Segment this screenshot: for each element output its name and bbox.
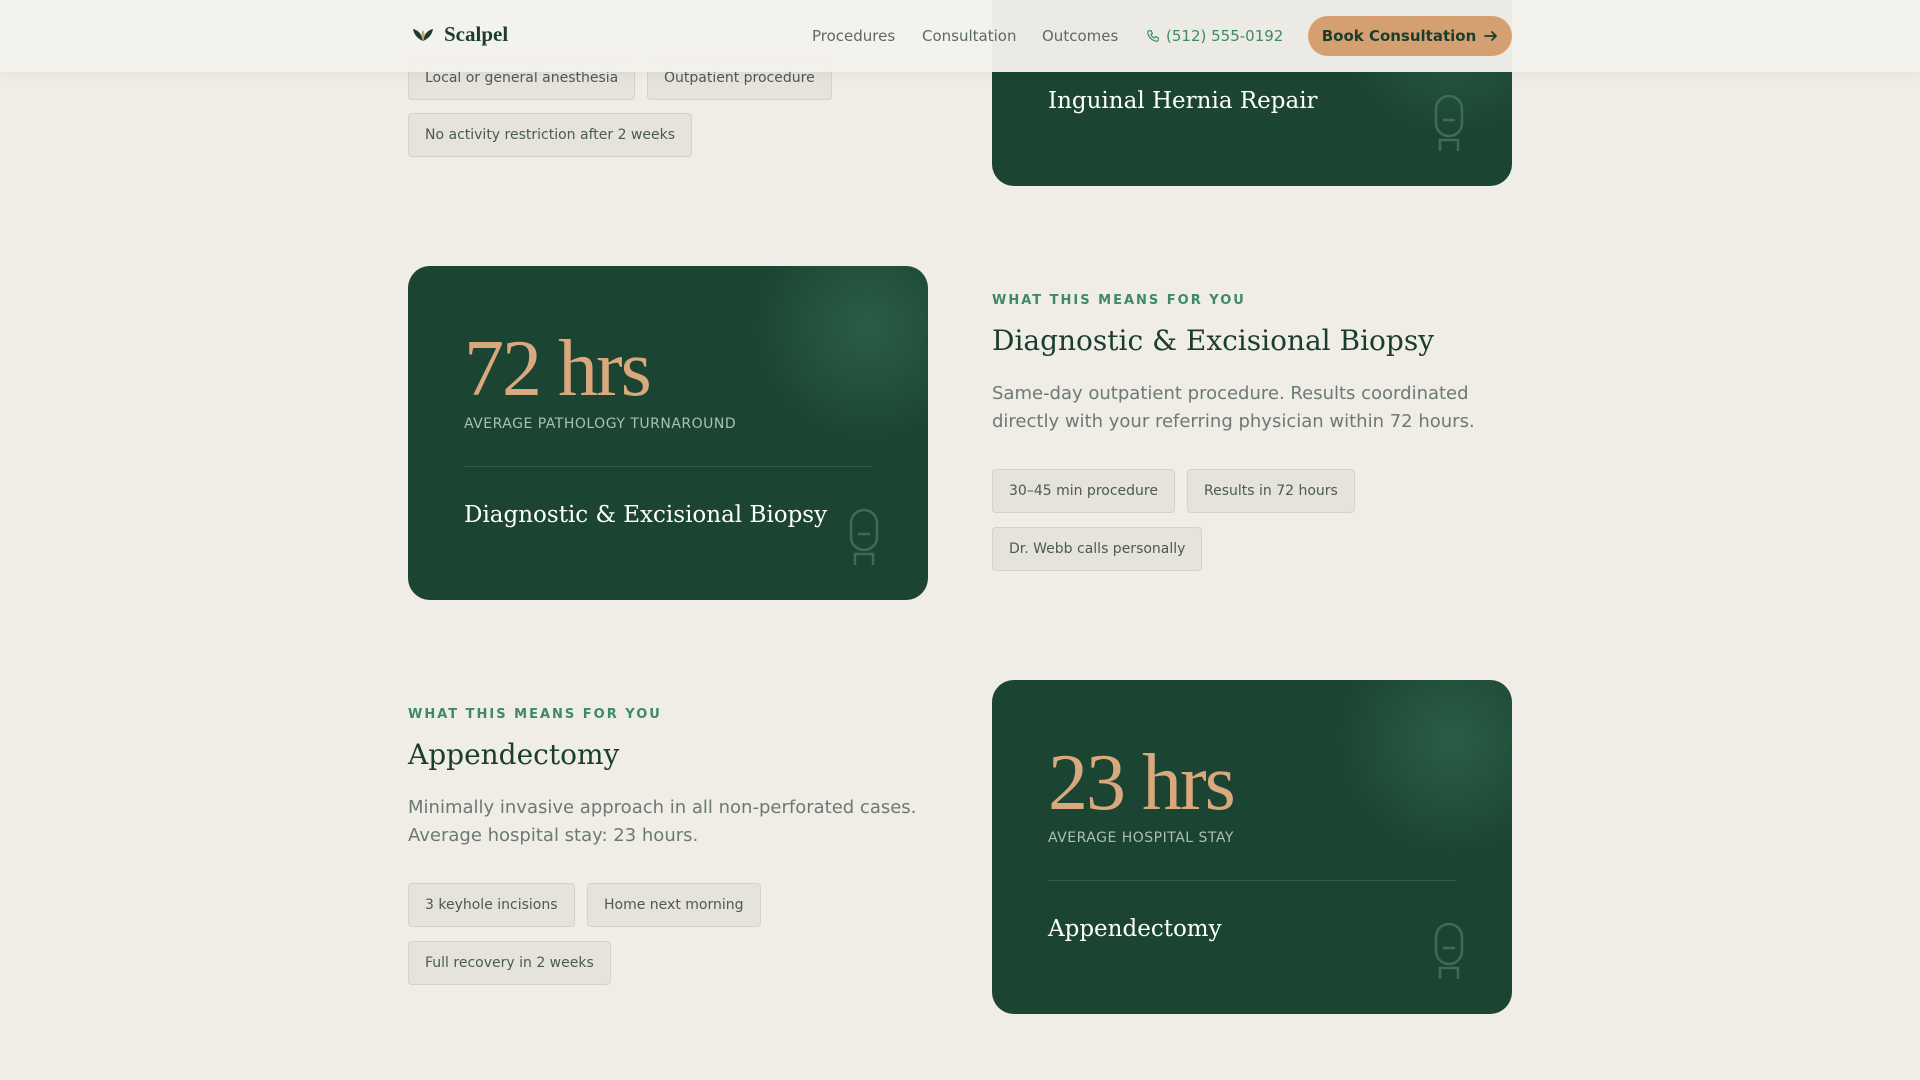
brand-name: Scalpel: [444, 22, 509, 46]
tag-doctor-call: Dr. Webb calls personally: [992, 527, 1203, 571]
tag-incisions: 3 keyhole incisions: [408, 883, 575, 927]
appendectomy-description: Minimally invasive approach in all non-p…: [408, 797, 917, 846]
scalpel-handle-icon: [1434, 94, 1464, 151]
appendectomy-card-title: Appendectomy: [1048, 916, 1222, 942]
tag-results: Results in 72 hours: [1187, 469, 1355, 513]
biopsy-card: 72 hrs AVERAGE PATHOLOGY TURNAROUND Diag…: [408, 266, 928, 600]
biopsy-card-title: Diagnostic & Excisional Biopsy: [464, 502, 828, 528]
appendectomy-eyebrow: WHAT THIS MEANS FOR YOU: [408, 707, 662, 722]
leaf-logo-icon: [413, 28, 433, 41]
appendectomy-title: Appendectomy: [408, 738, 620, 771]
appendectomy-card: 23 hrs AVERAGE HOSPITAL STAY Appendectom…: [992, 680, 1512, 1014]
tag-activity: No activity restriction after 2 weeks: [408, 113, 693, 157]
appendectomy-stat: 23 hrs: [1048, 739, 1236, 827]
appendectomy-stat-label: AVERAGE HOSPITAL STAY: [1048, 830, 1234, 846]
scalpel-handle-icon: [849, 508, 879, 565]
biopsy-stat: 72 hrs: [464, 325, 652, 413]
appendectomy-divider: [1048, 880, 1456, 881]
biopsy-divider: [464, 466, 872, 467]
book-consultation-button[interactable]: Book Consultation: [1308, 16, 1512, 56]
scalpel-handle-icon: [1434, 922, 1464, 979]
hernia-card-title: Inguinal Hernia Repair: [1048, 88, 1318, 114]
nav-consultation[interactable]: Consultation: [922, 27, 1016, 45]
brand-link[interactable]: Scalpel: [412, 22, 508, 47]
tag-procedure-time: 30–45 min procedure: [992, 469, 1175, 513]
biopsy-description: Same-day outpatient procedure. Results c…: [992, 383, 1475, 432]
nav-outcomes[interactable]: Outcomes: [1042, 27, 1118, 45]
phone-link[interactable]: (512) 555-0192: [1146, 27, 1283, 45]
biopsy-eyebrow: WHAT THIS MEANS FOR YOU: [992, 293, 1246, 308]
arrow-right-icon: [1484, 31, 1498, 41]
biopsy-stat-label: AVERAGE PATHOLOGY TURNAROUND: [464, 416, 737, 432]
tag-home-next-morning: Home next morning: [587, 883, 761, 927]
site-header: Scalpel Procedures Consultation Outcomes…: [0, 0, 1920, 72]
nav-procedures[interactable]: Procedures: [812, 27, 895, 45]
biopsy-title: Diagnostic & Excisional Biopsy: [992, 324, 1435, 357]
book-consultation-label: Book Consultation: [1321, 27, 1477, 45]
phone-icon: [1147, 30, 1159, 42]
tag-full-recovery: Full recovery in 2 weeks: [408, 941, 611, 985]
phone-number: (512) 555-0192: [1166, 27, 1284, 45]
